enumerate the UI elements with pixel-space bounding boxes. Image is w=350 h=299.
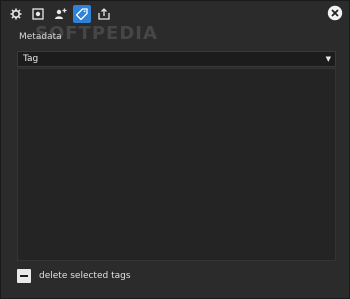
- dropdown-arrow-icon: ▼: [325, 55, 331, 63]
- delete-tags-label: delete selected tags: [39, 271, 131, 281]
- add-person-icon: [54, 8, 66, 19]
- delete-tags-button[interactable]: [17, 269, 31, 283]
- tag-button[interactable]: [73, 5, 91, 23]
- minus-icon: [20, 275, 28, 277]
- metadata-window: SOFTPEDIA Metadata Tag ▼ delete selected…: [0, 0, 350, 299]
- gear-icon: [10, 8, 22, 20]
- close-icon: [327, 5, 343, 21]
- delete-row: delete selected tags: [17, 269, 131, 283]
- tag-list[interactable]: [17, 68, 336, 261]
- metadata-type-select[interactable]: Tag ▼: [17, 51, 336, 67]
- tag-icon: [76, 8, 88, 20]
- add-person-button[interactable]: [51, 5, 69, 23]
- metadata-label: Metadata: [19, 32, 62, 42]
- settings-button[interactable]: [7, 5, 25, 23]
- toolbar: [7, 5, 113, 25]
- badge-icon: [32, 8, 44, 20]
- close-button[interactable]: [327, 5, 343, 21]
- export-button[interactable]: [95, 5, 113, 23]
- select-value: Tag: [23, 54, 39, 64]
- badge-button[interactable]: [29, 5, 47, 23]
- export-icon: [98, 8, 110, 20]
